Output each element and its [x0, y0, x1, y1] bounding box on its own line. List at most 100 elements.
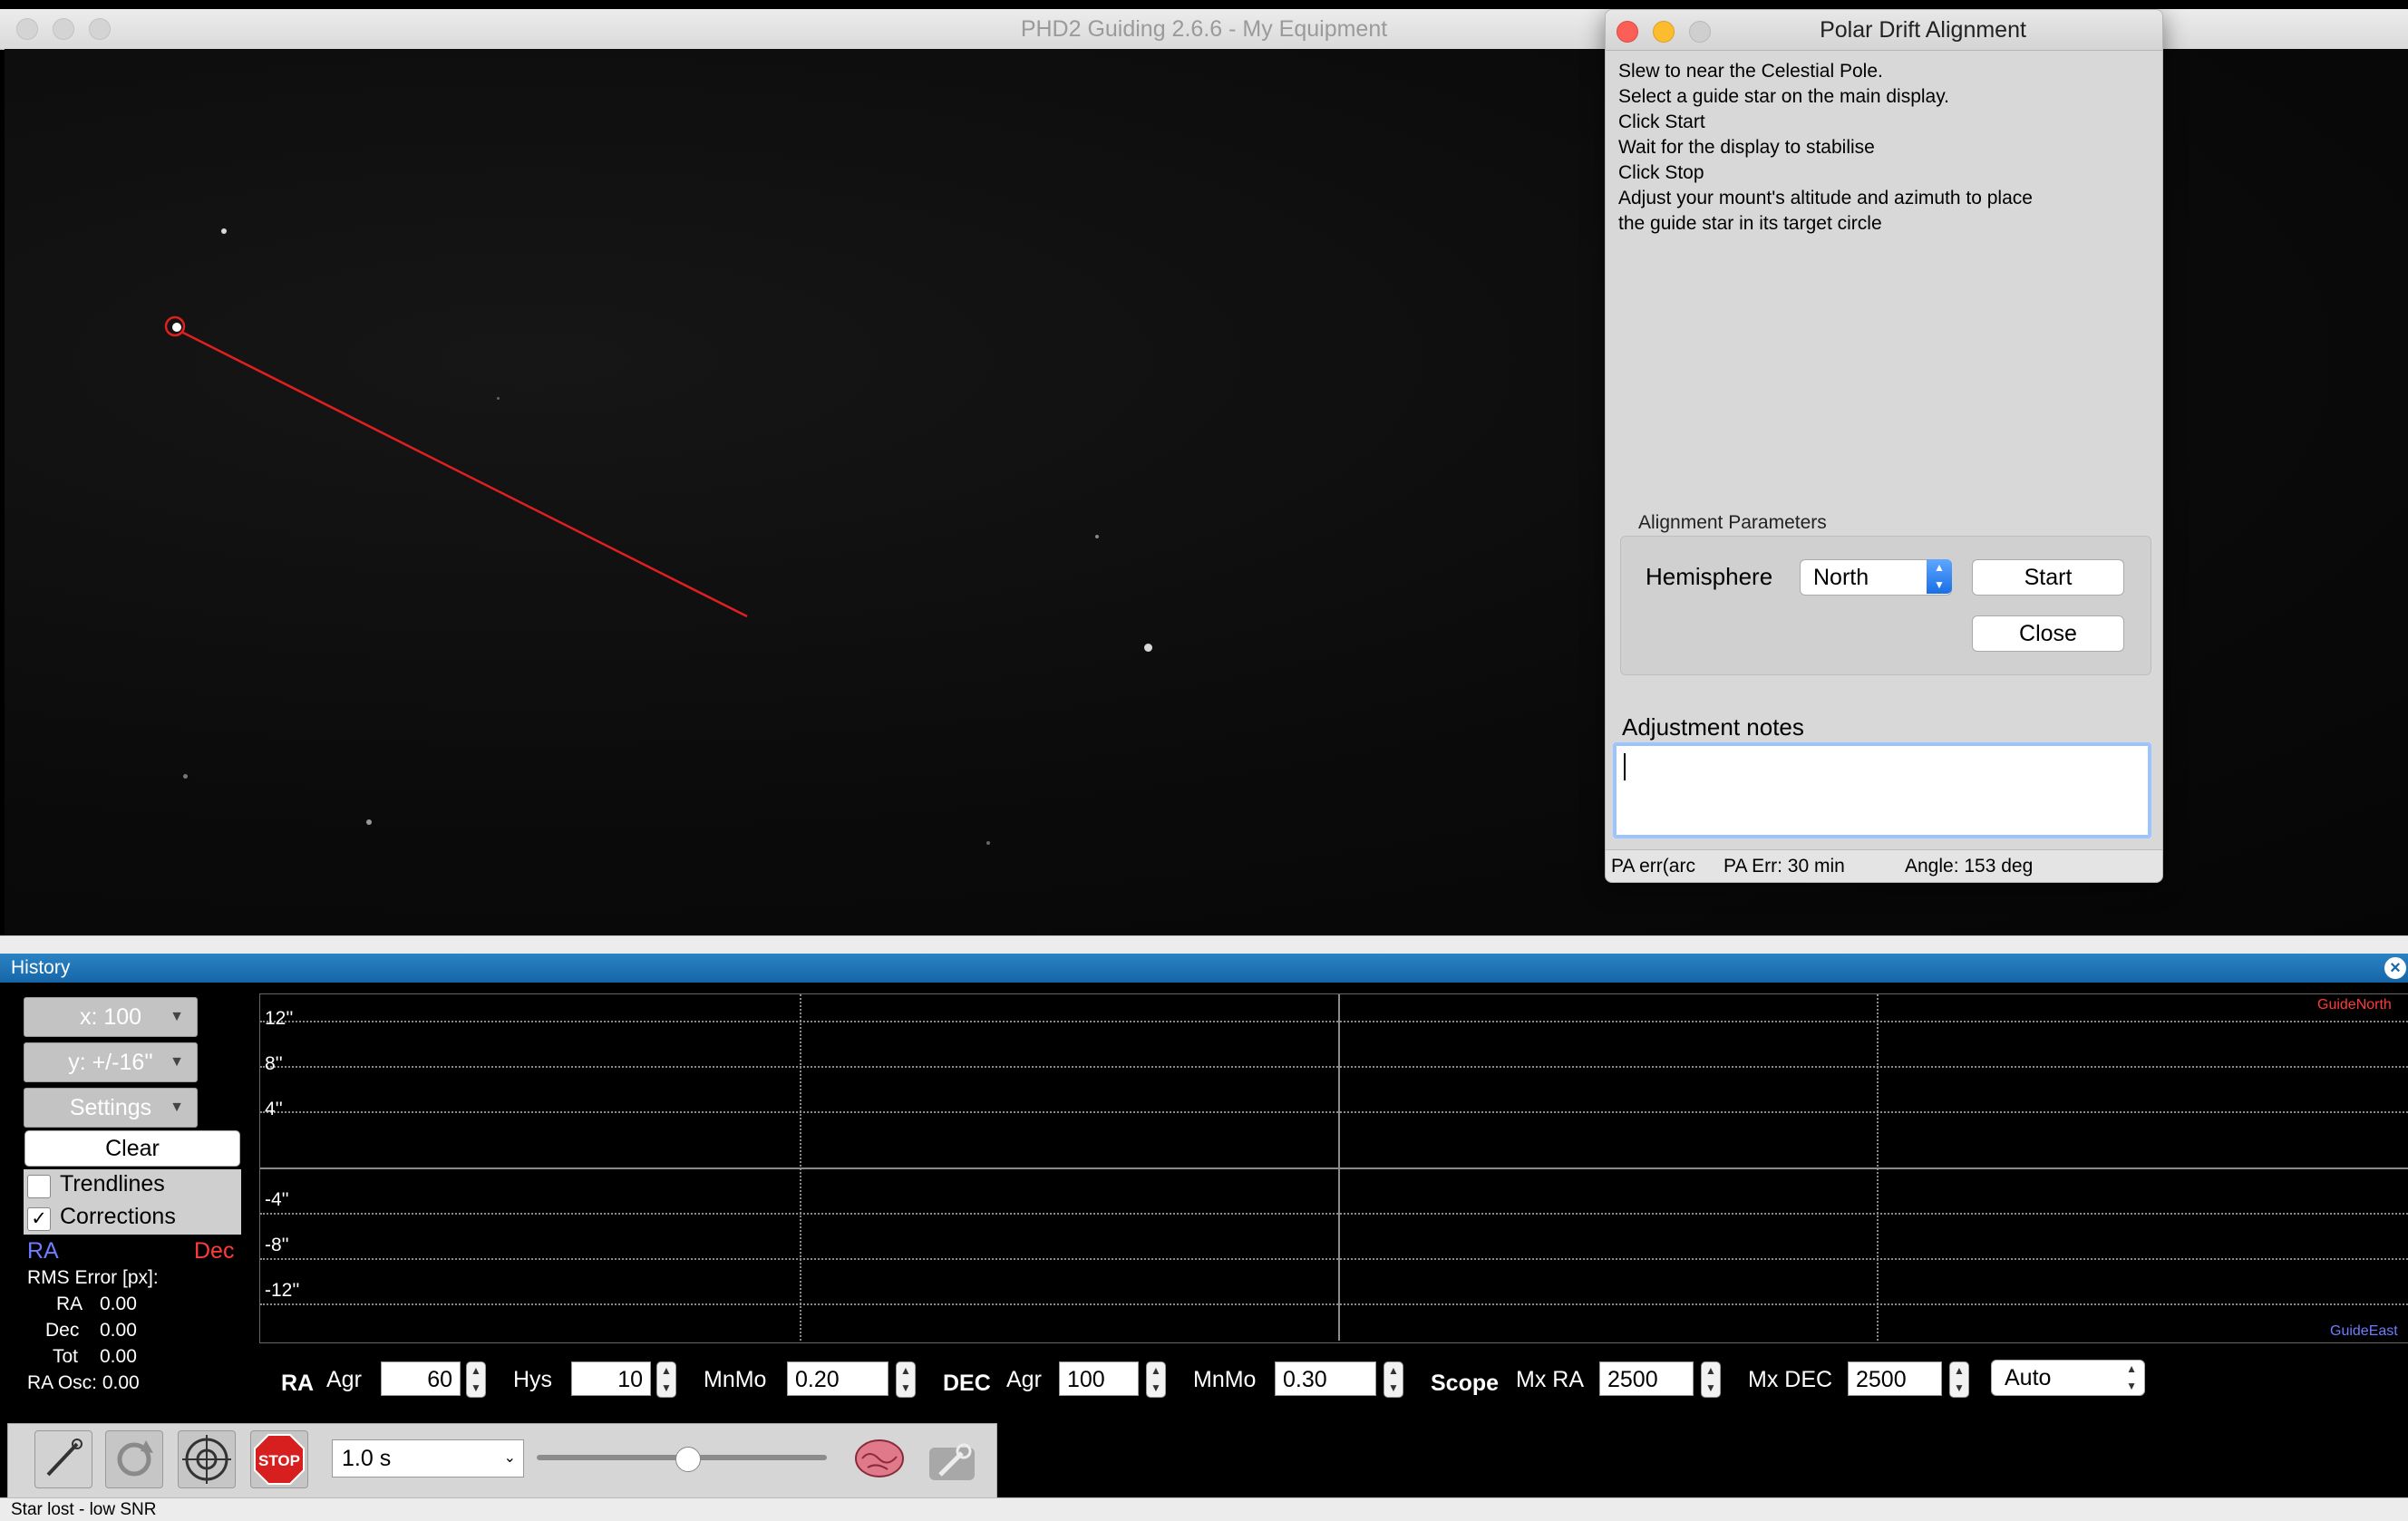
close-icon[interactable]: × [2384, 957, 2406, 979]
mx-ra-input[interactable]: 2500 [1599, 1361, 1694, 1396]
ra-agr-spinner[interactable]: ▲ ▼ [466, 1361, 486, 1398]
gridline [800, 994, 801, 1341]
hemisphere-select[interactable]: North ▲ ▼ [1800, 559, 1952, 596]
gridline [1877, 994, 1879, 1341]
wand-icon [46, 1439, 83, 1477]
dec-section-label: DEC [943, 1371, 991, 1396]
zero-line [260, 1167, 2408, 1169]
panel-splitter[interactable] [0, 935, 2408, 954]
notes-label: Adjustment notes [1622, 713, 1804, 741]
chevron-down-icon: ▼ [170, 1054, 184, 1070]
y-scale-label: y: +/-16'' [68, 1050, 153, 1075]
dec-agr-spinner[interactable]: ▲ ▼ [1146, 1361, 1166, 1398]
text-cursor [1624, 753, 1626, 780]
chevron-down-icon: ▼ [170, 1100, 184, 1115]
minimize-dialog-button[interactable] [1653, 21, 1675, 43]
ra-osc: RA Osc: 0.00 [27, 1372, 140, 1393]
status-field-1: PA err(arc [1611, 856, 1695, 877]
stop-button[interactable]: STOP [250, 1430, 308, 1488]
status-field-2: PA Err: 30 min [1723, 856, 1845, 877]
guide-east-label: GuideEast [2330, 1323, 2398, 1339]
drift-line [180, 330, 748, 618]
brain-button[interactable] [850, 1430, 908, 1488]
exposure-select[interactable]: 1.0 s ⌄ [332, 1439, 524, 1477]
corrections-checkbox[interactable]: ✓ [27, 1207, 51, 1231]
gridline [260, 1303, 2408, 1305]
ra-rms-label: RA [56, 1293, 83, 1314]
ra-section-label: RA [281, 1371, 315, 1396]
x-scale-label: x: 100 [79, 1004, 142, 1030]
dec-mode-select[interactable]: Auto ▲ ▼ [1991, 1360, 2145, 1396]
dialog-status-bar: PA err(arc PA Err: 30 min Angle: 153 deg [1606, 849, 2162, 882]
chevron-down-icon: ⌄ [503, 1450, 516, 1466]
settings-dropdown[interactable]: Settings ▼ [24, 1088, 198, 1128]
dec-mnmo-input[interactable]: 0.30 [1275, 1361, 1376, 1396]
stop-label: STOP [258, 1452, 300, 1469]
star [183, 774, 188, 779]
mx-ra-label: Mx RA [1516, 1367, 1584, 1392]
chevron-updown-icon: ▲ ▼ [1927, 559, 1952, 594]
dec-agr-label: Agr [1006, 1367, 1042, 1392]
hemisphere-label: Hemisphere [1646, 563, 1773, 590]
stop-icon: STOP [254, 1434, 305, 1485]
ra-agr-input[interactable]: 60 [381, 1361, 461, 1396]
dec-legend: Dec [194, 1238, 235, 1264]
star [1095, 535, 1099, 538]
polar-drift-overlay [164, 315, 748, 618]
ra-mnmo-input[interactable]: 0.20 [787, 1361, 888, 1396]
ra-rms-value: 0.00 [100, 1293, 137, 1314]
loop-button[interactable] [105, 1430, 163, 1488]
mx-dec-spinner[interactable]: ▲ ▼ [1949, 1361, 1969, 1398]
dialog-title: Polar Drift Alignment [1820, 17, 2026, 43]
dec-mnmo-spinner[interactable]: ▲ ▼ [1384, 1361, 1403, 1398]
y-scale-dropdown[interactable]: y: +/-16'' ▼ [24, 1042, 198, 1082]
tot-rms-value: 0.00 [100, 1346, 137, 1367]
instruction-line: Slew to near the Celestial Pole. [1618, 61, 1883, 82]
ra-hys-spinner[interactable]: ▲ ▼ [656, 1361, 676, 1398]
ra-mnmo-spinner[interactable]: ▲ ▼ [896, 1361, 916, 1398]
instruction-line: Click Stop [1618, 162, 1704, 183]
dec-mode-value: Auto [2005, 1365, 2052, 1390]
dec-rms-label: Dec [45, 1320, 80, 1341]
instruction-line: Wait for the display to stabilise [1618, 137, 1875, 158]
history-title: History [11, 957, 71, 978]
clear-button[interactable]: Clear [24, 1130, 240, 1167]
hemisphere-value: North [1813, 565, 1869, 590]
close-dialog-button[interactable] [1617, 21, 1638, 43]
dec-agr-input[interactable]: 100 [1059, 1361, 1139, 1396]
y-tick-label: -12'' [265, 1280, 300, 1301]
y-tick-label: -8'' [265, 1235, 289, 1255]
alignment-params-group [1620, 536, 2151, 675]
tools-button[interactable] [923, 1430, 981, 1488]
instruction-line: Click Start [1618, 111, 1705, 132]
gridline [260, 1213, 2408, 1215]
status-field-3: Angle: 153 deg [1905, 856, 2034, 877]
trendlines-checkbox[interactable] [27, 1175, 51, 1198]
use-camera-button[interactable] [34, 1430, 92, 1488]
gamma-slider[interactable] [537, 1447, 827, 1472]
close-button[interactable]: Close [1972, 615, 2124, 652]
trendlines-label: Trendlines [60, 1171, 165, 1196]
instruction-line: Select a guide star on the main display. [1618, 86, 1949, 107]
star [1144, 644, 1152, 652]
chevron-down-icon: ▼ [170, 1009, 184, 1024]
history-title-bar: History [0, 954, 2408, 983]
mx-ra-spinner[interactable]: ▲ ▼ [1701, 1361, 1721, 1398]
gridline-center [1338, 994, 1340, 1341]
exposure-value: 1.0 s [342, 1446, 392, 1471]
gridline [260, 1021, 2408, 1022]
y-tick-label: -4'' [265, 1189, 289, 1210]
mx-dec-input[interactable]: 2500 [1848, 1361, 1942, 1396]
dec-mnmo-label: MnMo [1193, 1367, 1257, 1392]
params-group-title: Alignment Parameters [1638, 512, 1827, 533]
loop-icon [117, 1440, 153, 1477]
adjustment-notes-input[interactable] [1613, 742, 2151, 838]
chevron-updown-icon: ▲ ▼ [2126, 1362, 2137, 1392]
scope-section-label: Scope [1431, 1371, 1500, 1396]
start-button[interactable]: Start [1972, 559, 2124, 596]
ra-hys-input[interactable]: 10 [571, 1361, 651, 1396]
guide-button[interactable] [178, 1430, 236, 1488]
x-scale-dropdown[interactable]: x: 100 ▼ [24, 997, 198, 1037]
slider-thumb[interactable] [675, 1447, 701, 1472]
guide-north-label: GuideNorth [2317, 997, 2392, 1012]
